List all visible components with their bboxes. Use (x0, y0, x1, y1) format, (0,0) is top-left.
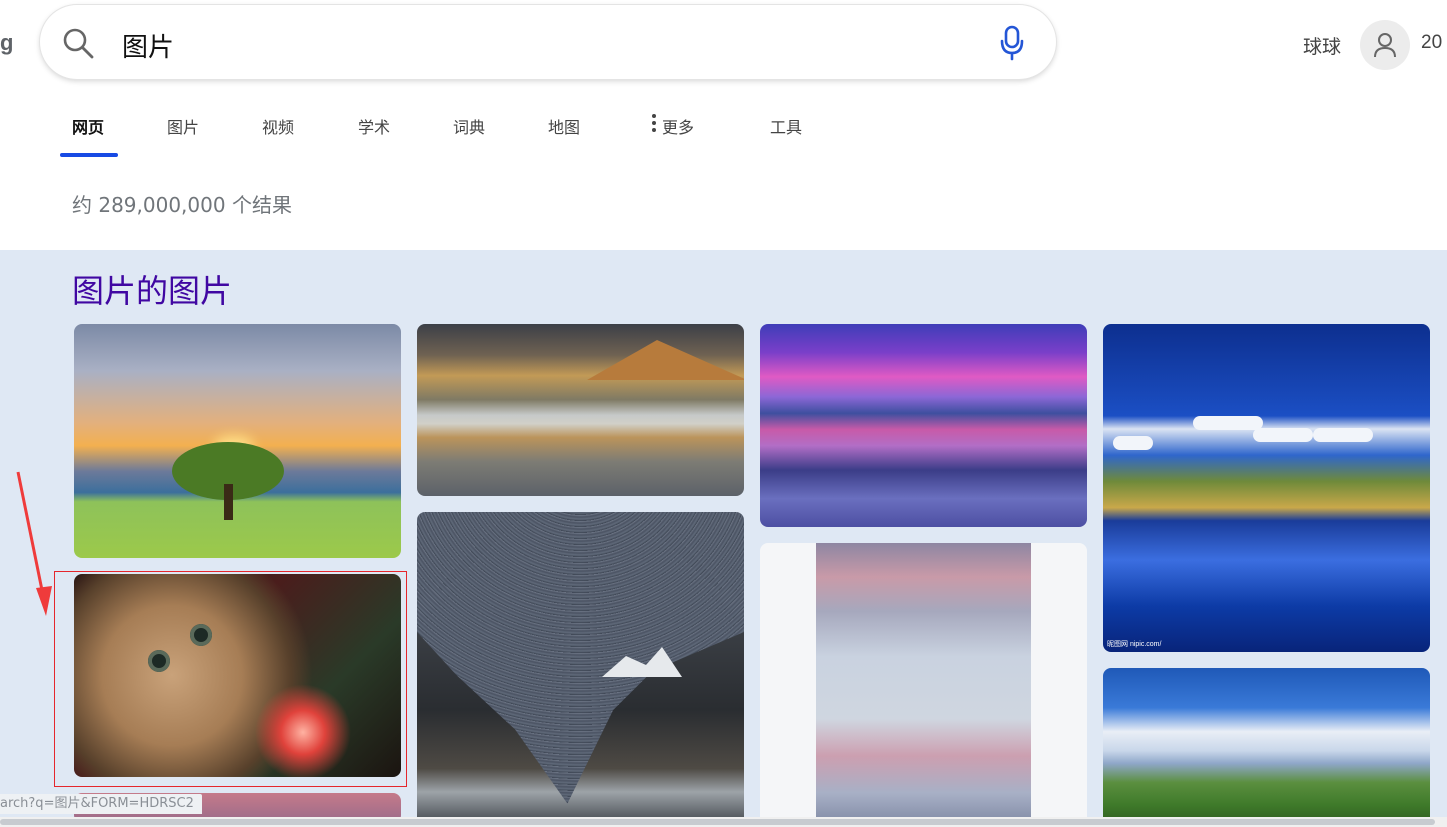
watermark: 昵图网 nipic.com/ (1107, 641, 1162, 648)
tree-trunk (224, 484, 233, 520)
mountain-silhouette (417, 632, 744, 827)
mountain-lake-image[interactable] (417, 324, 744, 496)
highlight-box (54, 571, 407, 787)
status-bar-url: arch?q=图片&FORM=HDRSC2 (0, 794, 202, 814)
search-box[interactable]: 图片 (40, 5, 1056, 79)
brand-logo-fragment[interactable]: g (0, 30, 13, 56)
clouds-image-card[interactable] (760, 543, 1087, 827)
tab-videos[interactable]: 视频 (262, 114, 294, 138)
search-icon[interactable] (62, 27, 94, 59)
scrollbar-thumb[interactable] (0, 819, 1435, 825)
search-input[interactable]: 图片 (122, 27, 174, 64)
purple-sunset-image[interactable] (760, 324, 1087, 527)
clouds-image (816, 543, 1031, 827)
microphone-icon[interactable] (998, 25, 1026, 61)
cloud-shape (1113, 436, 1153, 450)
cloud-shape (1253, 428, 1313, 442)
tab-academic[interactable]: 学术 (358, 114, 390, 138)
sunset-tree-image[interactable] (74, 324, 401, 558)
more-vertical-icon (652, 114, 656, 135)
user-icon (1374, 33, 1396, 58)
tab-images[interactable]: 图片 (167, 114, 199, 138)
image-panel-title[interactable]: 图片的图片 (72, 266, 232, 312)
snow-peak (602, 647, 682, 677)
user-name[interactable]: 球球 (1303, 32, 1341, 59)
mountain-peak (587, 340, 744, 380)
tab-tools[interactable]: 工具 (770, 114, 802, 138)
tab-maps[interactable]: 地图 (548, 114, 580, 138)
blue-lake-image[interactable]: 昵图网 nipic.com/ (1103, 324, 1430, 652)
green-mountains-image[interactable] (1103, 668, 1430, 827)
star-trails-image[interactable] (417, 512, 744, 827)
result-count: 约 289,000,000 个结果 (72, 193, 292, 217)
avatar[interactable] (1360, 20, 1410, 70)
tab-more-label: 更多 (662, 118, 695, 137)
active-tab-indicator (60, 153, 118, 157)
tab-web[interactable]: 网页 (72, 114, 104, 138)
annotation-arrow-icon (16, 471, 52, 616)
tab-dictionary[interactable]: 词典 (453, 114, 485, 138)
tab-more[interactable]: 更多 (652, 114, 694, 138)
cloud-shape (1193, 416, 1263, 430)
rewards-points[interactable]: 20 (1421, 32, 1442, 54)
cloud-shape (1313, 428, 1373, 442)
horizontal-scrollbar[interactable] (0, 817, 1447, 827)
